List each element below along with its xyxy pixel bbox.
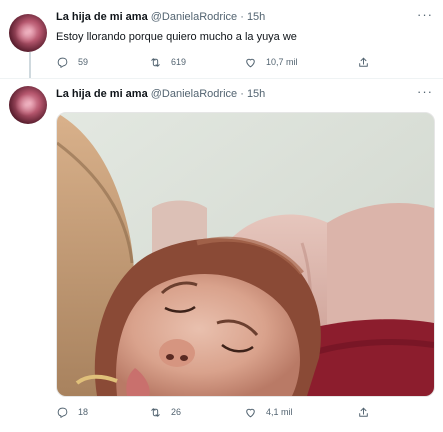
tweet-photo[interactable] [56, 112, 435, 397]
like-button[interactable]: 10,7 mil [244, 54, 298, 70]
retweet-icon [151, 57, 160, 67]
tweet-header: La hija de mi ama @DanielaRodrice · 15h [56, 85, 265, 103]
retweet-button[interactable]: 26 [149, 404, 181, 420]
display-name[interactable]: La hija de mi ama [56, 11, 148, 23]
display-name[interactable]: La hija de mi ama [56, 88, 148, 100]
tweet[interactable]: La hija de mi ama @DanielaRodrice · 15h … [0, 0, 443, 79]
like-count: 10,7 mil [266, 57, 298, 67]
share-button[interactable] [357, 54, 370, 70]
reply-button[interactable]: 59 [56, 54, 88, 70]
separator-dot: · [240, 88, 244, 100]
retweet-count: 619 [171, 57, 187, 67]
more-icon[interactable]: ··· [417, 6, 433, 24]
retweet-button[interactable]: 619 [149, 54, 186, 70]
tweet-text: Estoy llorando porque quiero mucho a la … [56, 31, 297, 43]
tweet[interactable]: La hija de mi ama @DanielaRodrice · 15h … [0, 78, 443, 432]
reply-count: 59 [78, 57, 89, 67]
like-icon [246, 58, 255, 67]
retweet-icon [151, 407, 160, 417]
share-button[interactable] [357, 404, 370, 420]
avatar[interactable] [9, 86, 47, 124]
reply-icon [57, 407, 68, 418]
thread-connector [29, 52, 31, 78]
like-button[interactable]: 4,1 mil [244, 404, 293, 420]
more-icon[interactable]: ··· [417, 83, 433, 101]
tweet-time[interactable]: 15h [247, 11, 265, 23]
tweet-actions: 18 26 4,1 mil [56, 404, 436, 420]
selfie-photo [57, 113, 434, 396]
share-icon [359, 407, 368, 417]
tweet-header: La hija de mi ama @DanielaRodrice · 15h [56, 8, 265, 26]
like-count: 4,1 mil [266, 407, 293, 417]
avatar[interactable] [9, 14, 47, 52]
tweet-actions: 59 619 10,7 mil [56, 54, 436, 70]
timeline: La hija de mi ama @DanielaRodrice · 15h … [0, 0, 443, 432]
reply-button[interactable]: 18 [56, 404, 88, 420]
user-handle[interactable]: @DanielaRodrice [151, 88, 237, 100]
retweet-count: 26 [171, 407, 182, 417]
reply-icon [57, 57, 68, 68]
tweet-time[interactable]: 15h [247, 88, 265, 100]
reply-count: 18 [78, 407, 89, 417]
separator-dot: · [240, 11, 244, 23]
user-handle[interactable]: @DanielaRodrice [151, 11, 237, 23]
share-icon [359, 57, 368, 67]
like-icon [246, 408, 255, 417]
